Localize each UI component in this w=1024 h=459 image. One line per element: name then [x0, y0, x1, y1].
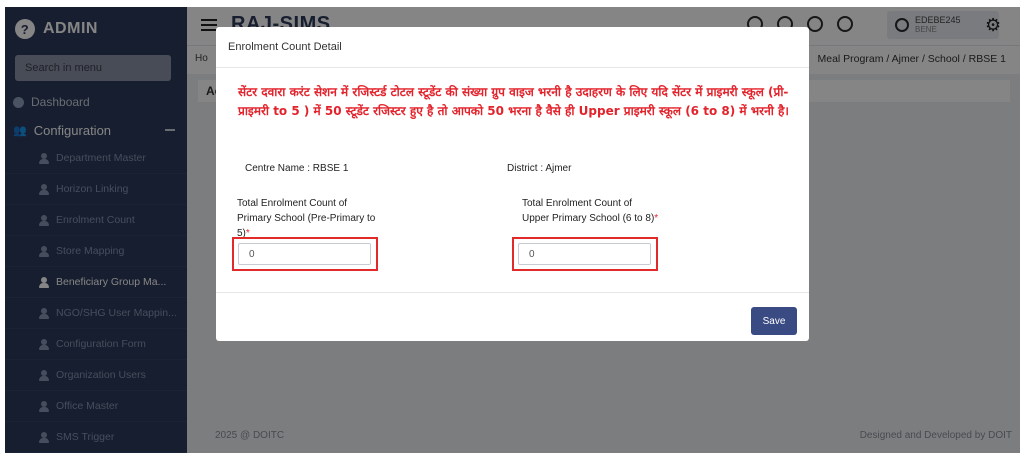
district: District : Ajmer: [507, 163, 572, 174]
primary-count-input[interactable]: [238, 243, 371, 265]
upper-count-label: Total Enrolment Count of Upper Primary S…: [522, 196, 662, 226]
required-mark: *: [654, 213, 659, 224]
primary-count-label: Total Enrolment Count of Primary School …: [237, 196, 377, 241]
modal-footer-divider: [216, 292, 809, 293]
app-frame: ? ADMIN Dashboard 👥 Configuration Depart…: [5, 7, 1020, 453]
upper-count-input[interactable]: [518, 243, 651, 265]
modal-title: Enrolment Count Detail: [228, 41, 342, 53]
modal-header: Enrolment Count Detail: [216, 27, 809, 68]
centre-name: Centre Name : RBSE 1: [245, 163, 349, 174]
enrolment-count-modal: Enrolment Count Detail सेंटर दवारा करंट …: [216, 27, 809, 341]
save-button[interactable]: Save: [751, 307, 797, 335]
instruction-notice: सेंटर दवारा करंट सेशन में रजिस्टर्ड टोटल…: [238, 85, 789, 118]
upper-count-highlight: [512, 237, 658, 271]
primary-count-highlight: [232, 237, 378, 271]
primary-count-label-text: Total Enrolment Count of Primary School …: [237, 198, 376, 239]
upper-count-label-text: Total Enrolment Count of Upper Primary S…: [522, 198, 655, 224]
